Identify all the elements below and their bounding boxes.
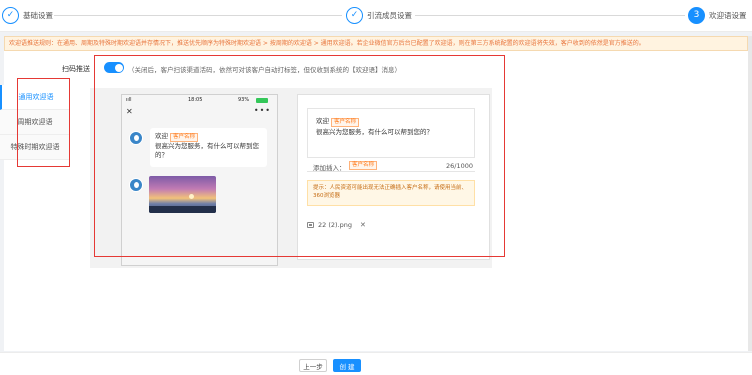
- step-label: 引流成员设置: [367, 10, 412, 20]
- previous-button[interactable]: 上一步: [299, 359, 327, 372]
- step-divider: [415, 15, 685, 16]
- check-icon: ✓: [2, 6, 19, 24]
- step-members[interactable]: ✓ 引流成员设置: [346, 6, 412, 24]
- step-welcome[interactable]: 3 欢迎语设置: [688, 6, 747, 24]
- steps-header: ✓ 基础设置 ✓ 引流成员设置 3 欢迎语设置: [0, 0, 752, 32]
- scrollbar[interactable]: [748, 36, 752, 351]
- preview-highlight-box: [94, 55, 505, 257]
- step-label: 基础设置: [23, 10, 53, 20]
- step-divider: [54, 15, 342, 16]
- check-icon: ✓: [346, 6, 363, 24]
- footer-bar: 上一步 创 建: [0, 352, 752, 375]
- step-label: 欢迎语设置: [709, 10, 747, 20]
- notice-banner: 欢迎语推送规则：在通用、周期及特殊时期欢迎语并存情况下，推送优先顺序为特殊时期欢…: [4, 36, 748, 51]
- tabs-highlight-box: [17, 78, 70, 167]
- create-button[interactable]: 创 建: [333, 359, 361, 372]
- step-number: 3: [688, 6, 705, 24]
- push-label: 扫码推送: [62, 65, 90, 73]
- step-basic[interactable]: ✓ 基础设置: [2, 6, 53, 24]
